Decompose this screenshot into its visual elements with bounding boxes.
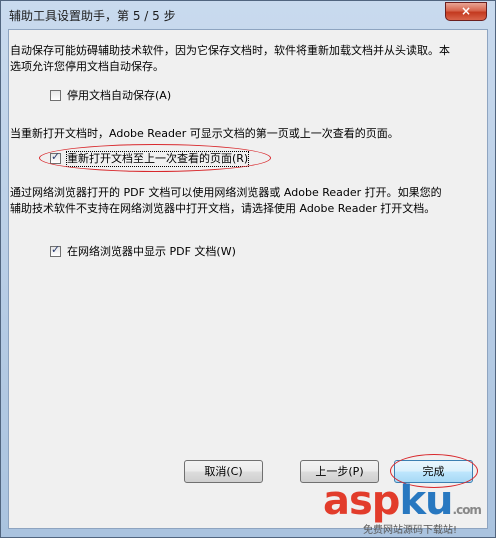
show-pdf-in-browser-label: 在网络浏览器中显示 PDF 文档(W) [67, 245, 236, 258]
window-title: 辅助工具设置助手，第 5 / 5 步 [9, 9, 176, 23]
watermark-suffix: .com [452, 503, 482, 517]
reopen-last-page-checkbox-row[interactable]: ✓ 重新打开文档至上一次查看的页面(R) [50, 150, 280, 167]
autosave-description: 自动保存可能妨碍辅助技术软件，因为它保存文档时，软件将重新加载文档并从头读取。本… [10, 44, 450, 73]
close-icon: × [460, 4, 472, 18]
reopen-last-page-label: 重新打开文档至上一次查看的页面(R) [65, 151, 250, 167]
watermark-logo: aspku.com 免费网站源码下载站! [323, 477, 495, 537]
disable-autosave-label: 停用文档自动保存(A) [67, 89, 172, 102]
checkmark-icon: ✓ [51, 243, 61, 256]
dialog-content: 自动保存可能妨碍辅助技术软件，因为它保存文档时，软件将重新加载文档并从头读取。本… [8, 29, 488, 529]
watermark-brand-a: asp [323, 478, 400, 524]
watermark-subtitle: 免费网站源码下载站! [363, 525, 458, 536]
cancel-button[interactable]: 取消(C) [184, 460, 263, 483]
browser-description: 通过网络浏览器打开的 PDF 文档可以使用网络浏览器或 Adobe Reader… [10, 186, 442, 215]
show-pdf-in-browser-checkbox[interactable]: ✓ [50, 243, 61, 257]
close-button[interactable]: × [445, 2, 487, 21]
disable-autosave-checkbox-row[interactable]: 停用文档自动保存(A) [50, 89, 210, 103]
show-pdf-in-browser-checkbox-row[interactable]: ✓ 在网络浏览器中显示 PDF 文档(W) [50, 243, 250, 259]
disable-autosave-checkbox[interactable] [50, 90, 61, 101]
watermark-brand-b: ku [399, 478, 453, 524]
title-bar[interactable]: 辅助工具设置助手，第 5 / 5 步 × [1, 1, 495, 29]
checkmark-icon: ✓ [51, 150, 61, 163]
reopen-last-page-checkbox[interactable]: ✓ [50, 150, 61, 164]
dialog-window: 辅助工具设置助手，第 5 / 5 步 × 自动保存可能妨碍辅助技术软件，因为它保… [0, 0, 496, 538]
reopen-description: 当重新打开文档时，Adobe Reader 可显示文档的第一页或上一次查看的页面… [10, 127, 399, 140]
